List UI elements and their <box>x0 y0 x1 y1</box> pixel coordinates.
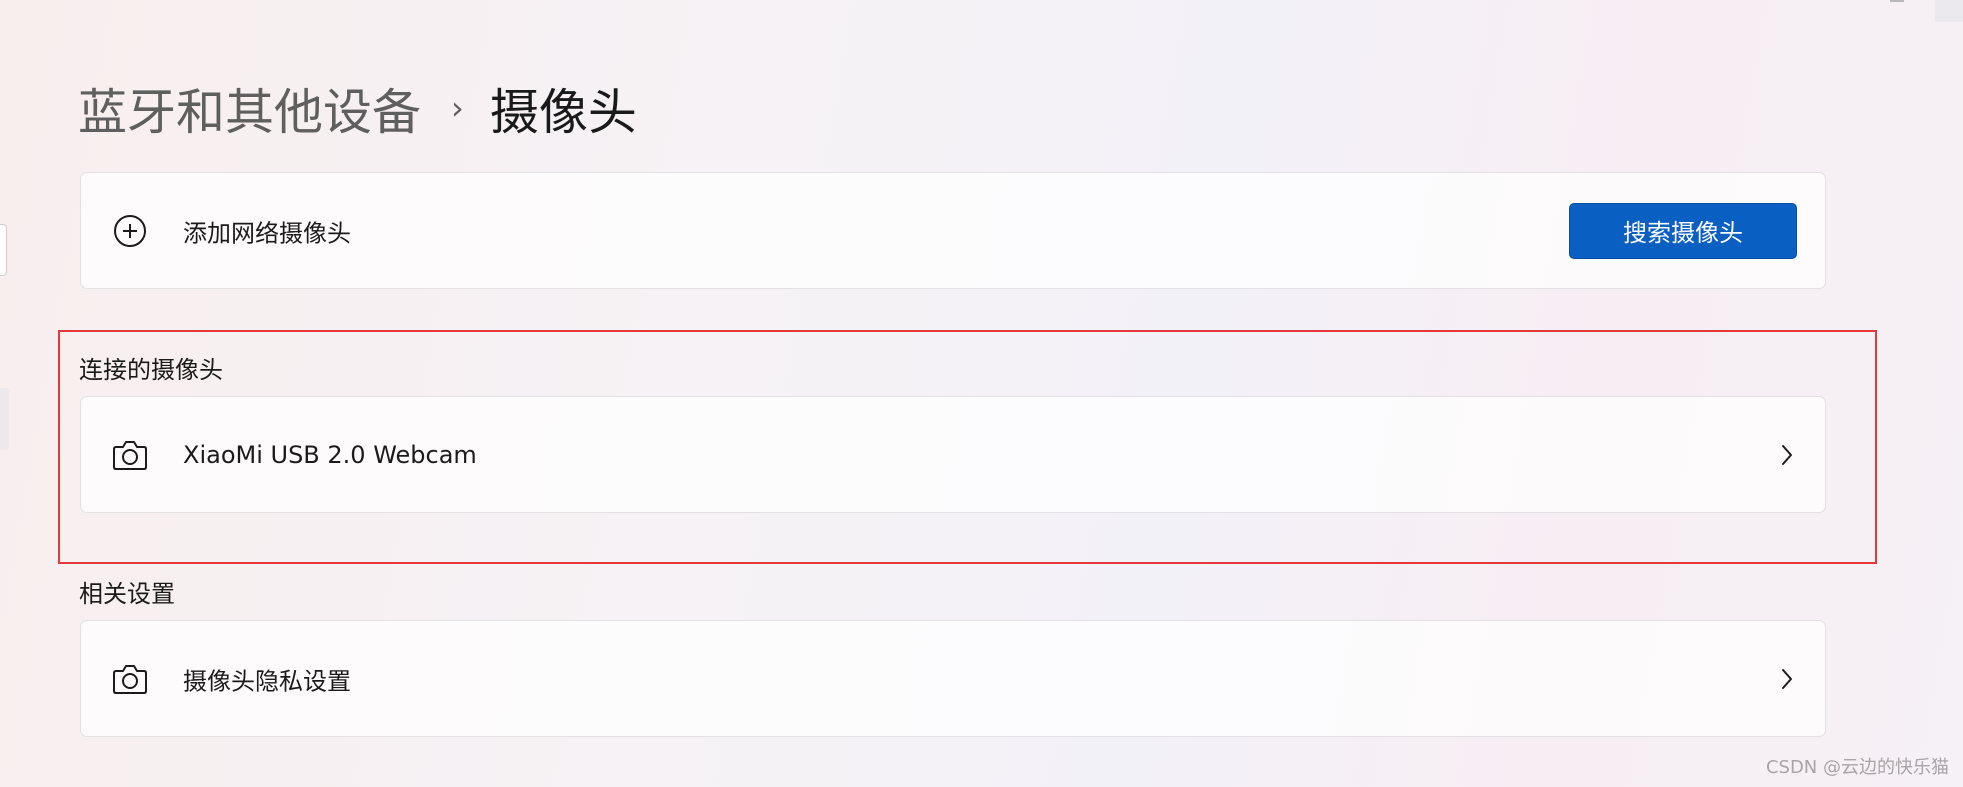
camera-name: XiaoMi USB 2.0 Webcam <box>183 440 477 469</box>
camera-list-item[interactable]: XiaoMi USB 2.0 Webcam <box>80 396 1826 513</box>
plus-circle-icon <box>112 213 148 249</box>
related-settings-heading: 相关设置 <box>79 580 175 608</box>
watermark: CSDN @云边的快乐猫 <box>1765 757 1949 778</box>
add-network-camera-label: 添加网络摄像头 <box>183 219 351 247</box>
window-control-edge[interactable] <box>1935 0 1963 22</box>
camera-icon <box>112 437 148 473</box>
breadcrumb: 蓝牙和其他设备 › 摄像头 <box>78 76 637 141</box>
connected-cameras-heading: 连接的摄像头 <box>79 356 223 384</box>
page-title: 摄像头 <box>489 83 637 141</box>
chevron-right-icon <box>1777 441 1797 469</box>
camera-privacy-settings-item[interactable]: 摄像头隐私设置 <box>80 620 1826 737</box>
search-cameras-button[interactable]: 搜索摄像头 <box>1569 202 1797 259</box>
chevron-right-icon <box>1777 665 1797 693</box>
breadcrumb-parent[interactable]: 蓝牙和其他设备 <box>78 73 421 144</box>
window-minimize-hint <box>1890 0 1904 2</box>
camera-icon <box>112 661 148 697</box>
nav-pane-edge-selected[interactable] <box>0 388 9 450</box>
camera-privacy-settings-label: 摄像头隐私设置 <box>183 667 351 695</box>
nav-pane-edge-tab[interactable] <box>0 224 7 276</box>
breadcrumb-separator: › <box>451 89 464 127</box>
add-network-camera-card: 添加网络摄像头 搜索摄像头 <box>80 172 1826 289</box>
